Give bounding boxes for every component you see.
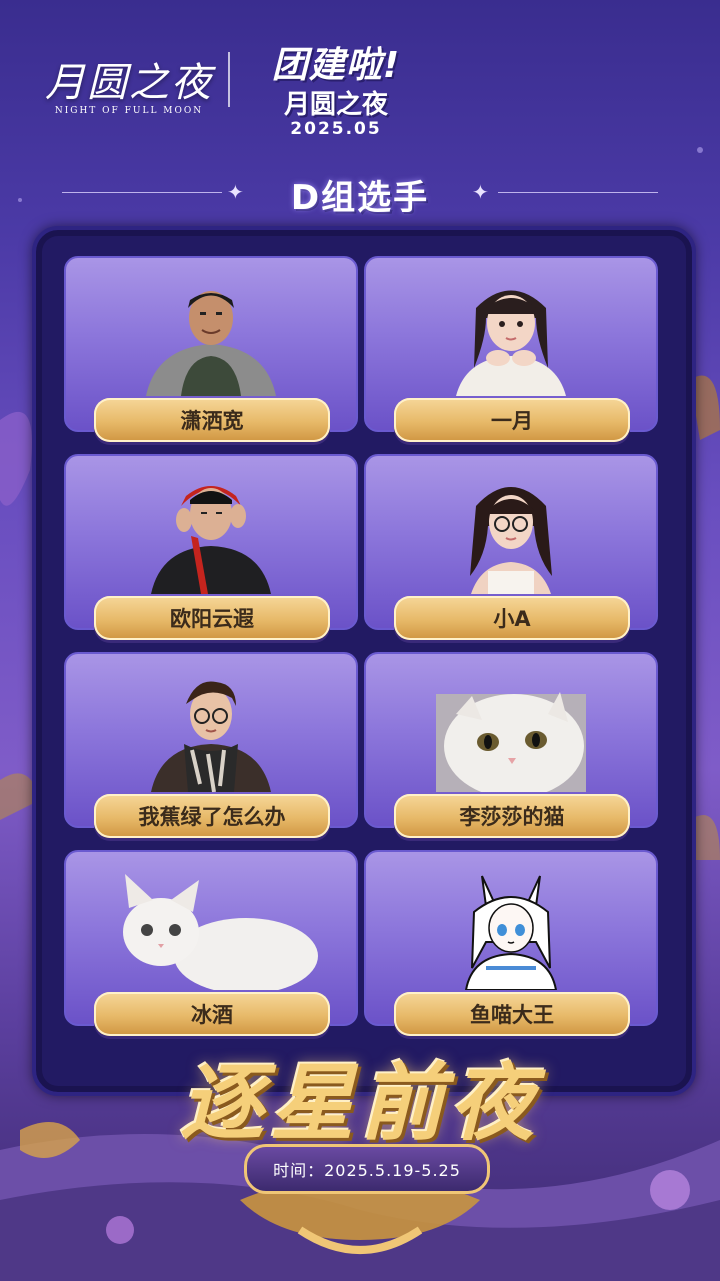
player-card[interactable]: 小A bbox=[364, 454, 658, 640]
girl-hands-chin-avatar bbox=[436, 278, 586, 396]
player-card[interactable]: 鱼喵大王 bbox=[364, 850, 658, 1036]
player-card[interactable]: 冰酒 bbox=[64, 850, 358, 1036]
player-name: 小A bbox=[394, 596, 630, 640]
title-line-right bbox=[498, 192, 658, 193]
player-board: 潇洒宽 一月 欧阳云遐 小A 我蕉绿了怎么办 李莎莎的猫 冰酒 鱼喵大王 bbox=[32, 226, 696, 1096]
logo-right-date: 2025.05 bbox=[290, 119, 382, 139]
logo-night-of-full-moon: 月圆之夜 NIGHT OF FULL MOON bbox=[44, 50, 214, 130]
player-name: 一月 bbox=[394, 398, 630, 442]
man-red-hood-avatar bbox=[136, 476, 286, 594]
white-cat-lying-avatar bbox=[101, 872, 321, 990]
player-card[interactable]: 一月 bbox=[364, 256, 658, 442]
group-title: D组选手 bbox=[290, 178, 430, 218]
header: 月圆之夜 NIGHT OF FULL MOON 团建啦! 月圆之夜 2025.0… bbox=[0, 30, 720, 139]
player-name: 我蕉绿了怎么办 bbox=[94, 794, 330, 838]
player-name: 冰酒 bbox=[94, 992, 330, 1036]
player-card[interactable]: 李莎莎的猫 bbox=[364, 652, 658, 838]
man-puffer-jacket-avatar bbox=[136, 278, 286, 396]
player-card[interactable]: 欧阳云遐 bbox=[64, 454, 358, 640]
logo-right-line2: 月圆之夜 bbox=[283, 90, 388, 120]
girl-glasses-avatar bbox=[436, 476, 586, 594]
player-card[interactable]: 潇洒宽 bbox=[64, 256, 358, 442]
logo-team-building: 团建啦! 月圆之夜 2025.05 bbox=[246, 36, 426, 139]
logo-left-en: NIGHT OF FULL MOON bbox=[54, 106, 204, 116]
group-title-row: ✦ D组选手 ✦ bbox=[0, 168, 720, 218]
logo-left-cn: 月圆之夜 bbox=[45, 60, 213, 106]
guy-glasses-scarf-avatar bbox=[136, 674, 286, 792]
player-name: 鱼喵大王 bbox=[394, 992, 630, 1036]
event-time-badge: 时间：2025.5.19-5.25 bbox=[244, 1144, 490, 1194]
anime-bunny-girl-avatar bbox=[436, 872, 586, 990]
player-card[interactable]: 我蕉绿了怎么办 bbox=[64, 652, 358, 838]
event-title: 逐星前夜 bbox=[179, 1053, 540, 1152]
player-name: 李莎莎的猫 bbox=[394, 794, 630, 838]
sparkle-icon: ✦ bbox=[227, 180, 244, 204]
player-name: 潇洒宽 bbox=[94, 398, 330, 442]
player-name: 欧阳云遐 bbox=[94, 596, 330, 640]
header-divider bbox=[228, 52, 230, 107]
white-cat-face-avatar bbox=[436, 674, 586, 792]
sparkle-icon: ✦ bbox=[472, 180, 489, 204]
logo-right-line1: 团建啦! bbox=[271, 45, 401, 86]
title-line-left bbox=[62, 192, 222, 193]
